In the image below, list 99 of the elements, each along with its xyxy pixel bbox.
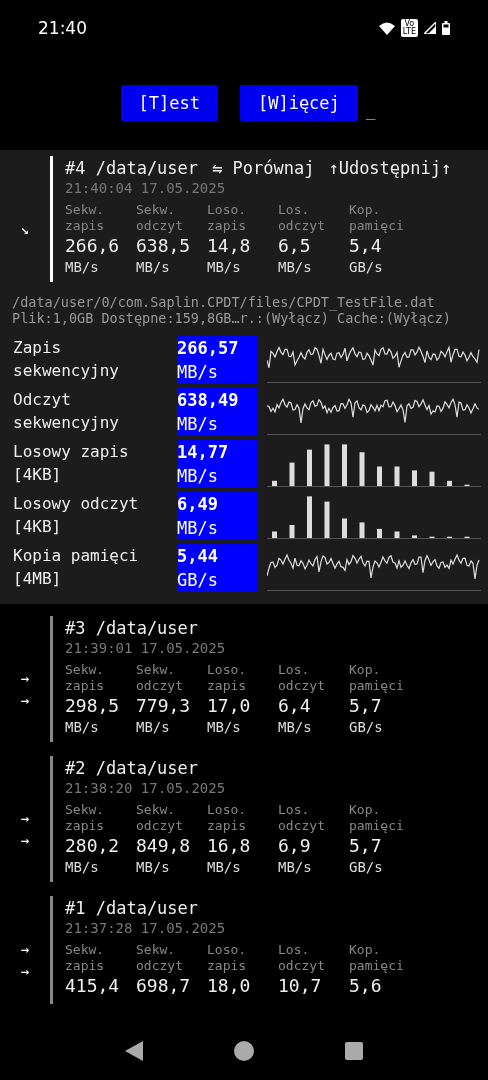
volte-badge: Vo LTE [400, 19, 418, 37]
metric-value: 5,6 [349, 974, 382, 998]
result-value: 5,44 GB/s [177, 544, 257, 592]
test-label: Kopia pamięci [4MB] [13, 545, 140, 590]
metric-unit: MB/s [136, 718, 170, 736]
metric-label: Sekw. zapis [65, 662, 105, 694]
metric-value: 5,7 [349, 834, 382, 858]
metric-label: Kop. pamięci [349, 802, 404, 834]
metric-label: Los. odczyt [278, 202, 325, 234]
back-icon[interactable] [125, 1041, 144, 1061]
metric-value: 266,6 [65, 234, 120, 258]
record-title: #2 /data/user [65, 758, 199, 778]
test-label: Odczyt sekwencyjny [13, 389, 120, 434]
action-link[interactable]: ⇋ Porównaj [212, 158, 315, 178]
record-timestamp: 21:40:04 17.05.2025 [65, 180, 227, 196]
record-timestamp: 21:39:01 17.05.2025 [65, 640, 227, 656]
metric-unit: MB/s [136, 858, 170, 876]
metric-value: 415,4 [65, 974, 120, 998]
result-value: 266,57 MB/s [177, 336, 257, 384]
metric-value: 698,7 [136, 974, 191, 998]
metric-label: Sekw. odczyt [136, 942, 183, 974]
metric-unit: GB/s [349, 718, 383, 736]
metric-label: Kop. pamięci [349, 662, 404, 694]
result-value: 638,49 MB/s [177, 388, 257, 436]
metric-unit: MB/s [278, 858, 312, 876]
record-card[interactable]: #3 /data/user 21:39:01 17.05.2025 Sekw. zapis 298,5 MB/s Sekw. odczyt 779,3 MB/s Loso. zapis 17,0 MB/s Los. odczyt 6,4 MB/s Kop. pamięci 5,7 GB/s [50, 616, 488, 742]
metric-value: 14,8 [207, 234, 251, 258]
metric-label: Sekw. zapis [65, 802, 105, 834]
file-path: /data/user/0/com.Saplin.CPDT/files/CPDT_TestFile.dat [11, 293, 436, 310]
action-link[interactable]: ↑Udostępnij↑ [328, 158, 452, 178]
clock-time: 21:40 [38, 18, 87, 38]
record-timestamp: 21:38:20 17.05.2025 [65, 780, 227, 796]
metric-unit: MB/s [207, 718, 241, 736]
metric-unit: MB/s [136, 258, 170, 276]
metric-unit: GB/s [349, 258, 383, 276]
metric-unit: MB/s [65, 718, 99, 736]
metric-label: Sekw. odczyt [136, 202, 183, 234]
result-value: 14,77 MB/s [177, 440, 257, 488]
test-label: Losowy zapis [4KB] [13, 441, 130, 486]
metric-value: 18,0 [207, 974, 251, 998]
metric-label: Sekw. odczyt [136, 802, 183, 834]
metric-value: 6,9 [278, 834, 311, 858]
metric-unit: MB/s [65, 858, 99, 876]
wifi-icon [378, 21, 395, 35]
metric-unit: MB/s [278, 258, 312, 276]
metric-value: 6,5 [278, 234, 311, 258]
record-card[interactable]: #1 /data/user 21:37:28 17.05.2025 Sekw. zapis 415,4 Sekw. odczyt 698,7 Loso. zapis 18,0 Los. odczyt 10,7 Kop. pamięci 5,6 [50, 896, 488, 1004]
metric-label: Kop. pamięci [349, 942, 404, 974]
metric-label: Los. odczyt [278, 802, 325, 834]
metric-label: Los. odczyt [278, 662, 325, 694]
metric-label: Sekw. zapis [65, 202, 105, 234]
arrow-marker: ↘ [20, 221, 30, 237]
record-title: #1 /data/user [65, 898, 199, 918]
metric-value: 280,2 [65, 834, 120, 858]
recents-icon[interactable] [344, 1042, 363, 1060]
arrow-marker: → [20, 670, 30, 686]
test-label: Losowy odczyt [4KB] [13, 493, 140, 538]
arrow-marker: → [20, 941, 30, 957]
metric-label: Sekw. zapis [65, 942, 105, 974]
metric-value: 638,5 [136, 234, 191, 258]
metric-unit: MB/s [278, 718, 312, 736]
metric-value: 779,3 [136, 694, 191, 718]
metric-label: Sekw. odczyt [136, 662, 183, 694]
metric-unit: MB/s [207, 258, 241, 276]
menu-button[interactable]: [T]est [120, 85, 218, 121]
record-timestamp: 21:37:28 17.05.2025 [65, 920, 227, 936]
metric-value: 10,7 [278, 974, 322, 998]
menu-button[interactable]: [W]ięcej [239, 85, 358, 121]
signal-icon [424, 22, 436, 34]
record-title: #4 /data/user [65, 158, 199, 178]
metric-value: 6,4 [278, 694, 311, 718]
result-value: 6,49 MB/s [177, 492, 257, 540]
home-icon[interactable] [234, 1041, 254, 1061]
record-card[interactable]: #4 /data/user ⇋ Porównaj ↑Udostępnij↑ 21:40:04 17.05.2025 Sekw. zapis 266,6 MB/s Sekw. odczyt 638,5 MB/s Loso. zapis 14,8 MB/s Los. odczyt 6,5 MB/s Kop. pamięci 5,4 GB/s [50, 156, 488, 282]
metric-value: 298,5 [65, 694, 120, 718]
metric-label: Loso. zapis [207, 942, 247, 974]
arrow-marker: → [20, 692, 30, 708]
metric-value: 17,0 [207, 694, 251, 718]
test-label: Zapis sekwencyjny [13, 337, 120, 382]
metric-label: Loso. zapis [207, 202, 247, 234]
metric-label: Loso. zapis [207, 662, 247, 694]
metric-label: Los. odczyt [278, 942, 325, 974]
metric-value: 16,8 [207, 834, 251, 858]
record-card[interactable]: #2 /data/user 21:38:20 17.05.2025 Sekw. zapis 280,2 MB/s Sekw. odczyt 849,8 MB/s Loso. zapis 16,8 MB/s Los. odczyt 6,9 MB/s Kop. pamięci 5,7 GB/s [50, 756, 488, 882]
battery-icon [442, 21, 450, 35]
metric-unit: GB/s [349, 858, 383, 876]
record-title: #3 /data/user [65, 618, 199, 638]
arrow-marker: → [20, 832, 30, 848]
metric-value: 5,7 [349, 694, 382, 718]
arrow-marker: → [20, 810, 30, 826]
metric-value: 849,8 [136, 834, 191, 858]
metric-label: Loso. zapis [207, 802, 247, 834]
metric-label: Kop. pamięci [349, 202, 404, 234]
metric-unit: MB/s [207, 858, 241, 876]
text-cursor: _ [365, 100, 376, 120]
arrow-marker: → [20, 963, 30, 979]
metric-value: 5,4 [349, 234, 382, 258]
file-info: Plik:1,0GB Dostępne:159,8GB…r.:(Wyłącz) Cache:(Wyłącz) [11, 310, 452, 328]
metric-unit: MB/s [65, 258, 99, 276]
